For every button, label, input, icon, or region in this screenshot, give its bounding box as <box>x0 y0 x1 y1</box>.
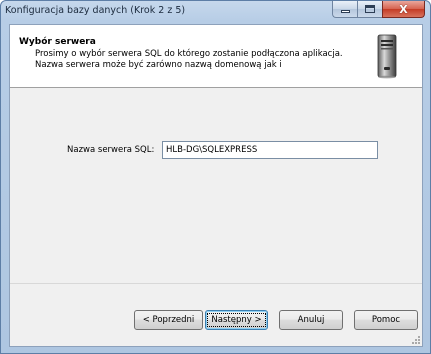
server-name-label: Nazwa serwera SQL: <box>67 145 155 155</box>
minimize-button[interactable] <box>332 1 357 18</box>
close-button[interactable]: X <box>382 1 425 18</box>
server-tower-icon <box>377 34 397 79</box>
maximize-icon <box>365 5 375 13</box>
help-button[interactable]: Pomoc <box>354 310 418 330</box>
maximize-button[interactable] <box>357 1 382 18</box>
window-title: Konfiguracja bazy danych (Krok 2 z 5) <box>5 5 186 16</box>
step-description: Prosimy o wybór serwera SQL do którego z… <box>35 49 343 70</box>
next-button[interactable]: Następny > <box>205 310 268 330</box>
title-bar[interactable]: Konfiguracja bazy danych (Krok 2 z 5) X <box>1 1 430 23</box>
close-icon: X <box>399 2 408 16</box>
minimize-icon <box>340 10 350 13</box>
resize-grip-icon[interactable] <box>411 335 421 345</box>
server-name-input[interactable] <box>162 141 378 159</box>
cancel-button[interactable]: Anuluj <box>279 310 343 330</box>
step-title: Wybór serwera <box>19 37 96 47</box>
back-button[interactable]: < Poprzedni <box>134 310 203 330</box>
caption-buttons: X <box>332 1 425 19</box>
dialog-window: Konfiguracja bazy danych (Krok 2 z 5) X … <box>0 0 431 354</box>
dialog-client-area: Wybór serwera Prosimy o wybór serwera SQ… <box>9 24 423 347</box>
footer-divider <box>10 283 422 284</box>
wizard-header: Wybór serwera Prosimy o wybór serwera SQ… <box>10 25 422 88</box>
next-button-label: Następny > <box>207 313 266 327</box>
